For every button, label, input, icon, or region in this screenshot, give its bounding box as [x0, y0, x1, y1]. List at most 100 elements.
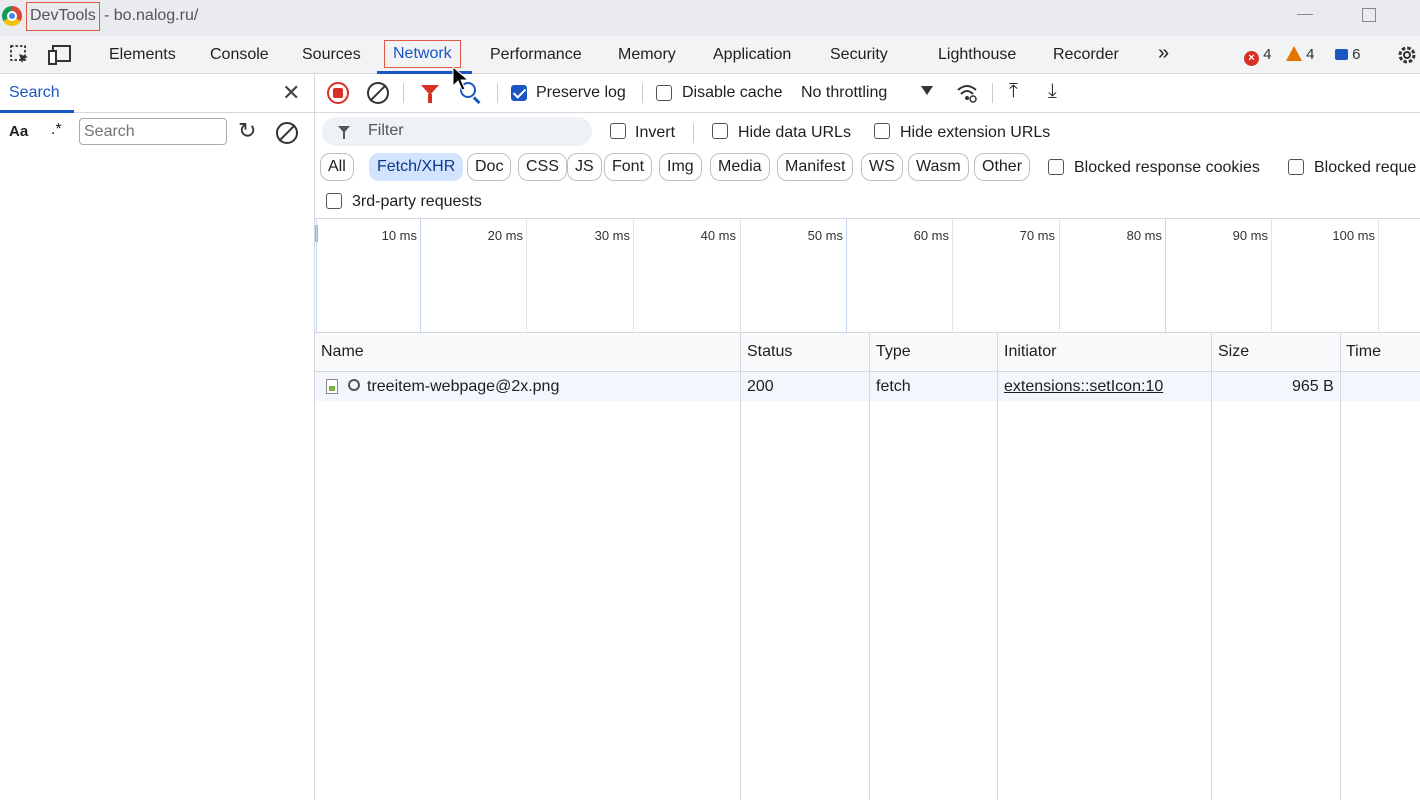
timeline-gridline — [316, 219, 317, 333]
tab-sources[interactable]: Sources — [302, 46, 361, 64]
column-divider[interactable] — [1340, 333, 1341, 800]
match-case-button[interactable]: Aa — [9, 123, 28, 140]
clear-search-icon[interactable] — [276, 122, 298, 144]
error-counter[interactable]: × 4 — [1244, 46, 1272, 66]
column-divider[interactable] — [997, 333, 998, 800]
type-filter-img[interactable]: Img — [659, 153, 702, 181]
timeline-gridline — [1165, 219, 1166, 333]
tab-lighthouse[interactable]: Lighthouse — [938, 46, 1016, 64]
column-divider[interactable] — [869, 333, 870, 800]
timeline-tick-label: 30 ms — [594, 228, 630, 243]
timeline-gridline — [526, 219, 527, 333]
inspect-element-icon[interactable] — [9, 44, 31, 66]
error-count: 4 — [1263, 46, 1272, 63]
device-toolbar-icon[interactable] — [48, 44, 72, 66]
timeline-gridline — [1271, 219, 1272, 333]
preserve-log-label: Preserve log — [536, 84, 626, 101]
blocked-response-cookies-checkbox[interactable] — [1048, 159, 1064, 175]
table-row[interactable]: treeitem-webpage@2x.png 200 fetch extens… — [315, 372, 1420, 401]
import-har-icon[interactable]: ⤒ — [1009, 80, 1018, 103]
column-divider[interactable] — [740, 333, 741, 800]
tab-performance[interactable]: Performance — [490, 46, 582, 64]
export-har-icon[interactable]: ⤓ — [1048, 80, 1057, 103]
hide-extension-urls-label: Hide extension URLs — [900, 124, 1051, 141]
regex-button[interactable]: .* — [51, 121, 62, 139]
timeline-tick-label: 70 ms — [1019, 228, 1055, 243]
maximize-icon[interactable] — [1362, 8, 1376, 22]
tab-memory[interactable]: Memory — [618, 46, 676, 64]
tab-recorder[interactable]: Recorder — [1053, 46, 1119, 64]
filter-bar: Filter Invert Hide data URLs Hide extens… — [315, 113, 1420, 219]
column-status[interactable]: Status — [747, 343, 792, 361]
type-filter-all[interactable]: All — [320, 153, 354, 181]
timeline-tick-label: 40 ms — [700, 228, 736, 243]
search-panel-title[interactable]: Search — [9, 84, 60, 102]
invert-label: Invert — [635, 124, 676, 141]
disable-cache-label: Disable cache — [682, 84, 783, 101]
timeline-gridline — [1378, 219, 1379, 333]
preserve-log-checkbox[interactable] — [511, 85, 527, 101]
tab-console[interactable]: Console — [210, 46, 269, 64]
type-filter-wasm[interactable]: Wasm — [908, 153, 969, 181]
settings-gear-icon[interactable] — [1395, 43, 1419, 67]
filter-placeholder: Filter — [368, 122, 404, 139]
title-bar: DevTools - bo.nalog.ru/ — [0, 0, 1420, 36]
hide-extension-urls-checkbox[interactable] — [874, 123, 890, 139]
type-filter-manifest[interactable]: Manifest — [777, 153, 854, 181]
toolbar-divider — [403, 83, 404, 103]
chevron-down-icon[interactable] — [921, 86, 933, 95]
column-initiator[interactable]: Initiator — [1004, 343, 1056, 361]
hide-data-urls-label: Hide data URLs — [738, 124, 851, 141]
tab-network[interactable]: Network — [384, 40, 461, 68]
throttling-select[interactable]: No throttling — [801, 84, 887, 102]
disable-cache-checkbox[interactable] — [656, 85, 672, 101]
column-type[interactable]: Type — [876, 343, 911, 361]
image-file-icon — [326, 379, 338, 394]
network-toolbar: Preserve log Disable cache No throttling… — [315, 74, 1420, 113]
stop-recording-icon[interactable] — [327, 82, 349, 104]
search-tools: Aa .* ↻ — [0, 113, 314, 151]
close-search-icon[interactable]: ✕ — [282, 82, 300, 104]
tab-elements[interactable]: Elements — [109, 46, 176, 64]
blocked-requests-label: Blocked reque — [1314, 159, 1417, 176]
hide-data-urls-checkbox[interactable] — [712, 123, 728, 139]
warning-icon — [1286, 46, 1302, 61]
type-filter-media[interactable]: Media — [710, 153, 770, 181]
refresh-icon[interactable]: ↻ — [238, 118, 256, 144]
type-filter-font[interactable]: Font — [604, 153, 653, 181]
filter-funnel-icon[interactable] — [421, 85, 439, 103]
clear-log-icon[interactable] — [367, 82, 389, 104]
type-filter-fetch-xhr[interactable]: Fetch/XHR — [369, 153, 464, 181]
column-divider[interactable] — [1211, 333, 1212, 800]
request-name: treeitem-webpage@2x.png — [367, 378, 560, 395]
warning-counter[interactable]: 4 — [1286, 46, 1315, 63]
more-tabs-icon[interactable]: » — [1158, 42, 1169, 65]
network-conditions-icon[interactable] — [956, 82, 978, 104]
column-time[interactable]: Time — [1346, 343, 1381, 361]
third-party-requests-checkbox[interactable] — [326, 193, 342, 209]
tab-security[interactable]: Security — [830, 46, 888, 64]
toolbar-divider — [497, 83, 498, 103]
column-size[interactable]: Size — [1218, 343, 1249, 361]
type-filter-other[interactable]: Other — [974, 153, 1031, 181]
timeline-tick-label: 10 ms — [381, 228, 417, 243]
type-filter-js[interactable]: JS — [567, 153, 602, 181]
blocked-requests-checkbox[interactable] — [1288, 159, 1304, 175]
type-filter-doc[interactable]: Doc — [467, 153, 512, 181]
minimize-icon[interactable] — [1297, 14, 1313, 15]
search-input[interactable] — [79, 118, 227, 145]
invert-checkbox[interactable] — [610, 123, 626, 139]
type-filter-ws[interactable]: WS — [861, 153, 903, 181]
request-initiator-link[interactable]: extensions::setIcon:10 — [1004, 378, 1163, 396]
filter-input[interactable]: Filter — [322, 117, 592, 146]
message-count: 6 — [1352, 46, 1361, 63]
blocked-response-cookies-label: Blocked response cookies — [1074, 159, 1260, 176]
column-name[interactable]: Name — [321, 343, 364, 361]
timeline-tick-label: 60 ms — [913, 228, 949, 243]
timeline-gridline — [740, 219, 741, 333]
timeline-overview[interactable]: 10 ms 20 ms 30 ms 40 ms 50 ms 60 ms 70 m… — [315, 219, 1420, 333]
tab-application[interactable]: Application — [713, 46, 791, 64]
mouse-cursor-icon — [452, 66, 470, 91]
message-counter[interactable]: 6 — [1335, 46, 1361, 63]
type-filter-css[interactable]: CSS — [518, 153, 567, 181]
